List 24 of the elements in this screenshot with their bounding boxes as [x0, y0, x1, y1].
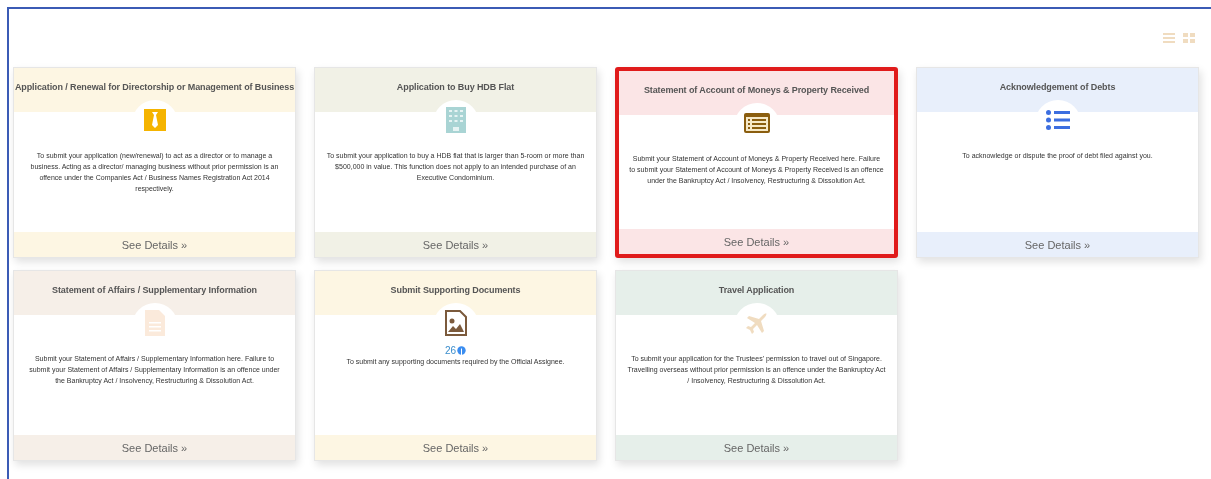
see-details-link[interactable]: See Details »: [723, 235, 790, 248]
list-icon: [1045, 109, 1070, 131]
card-title: Application to Buy HDB Flat: [396, 82, 515, 92]
service-card[interactable]: [615, 67, 898, 258]
airplane-icon: [744, 311, 769, 335]
document-count: 26: [444, 345, 457, 356]
card-title: Statement of Account of Moneys & Property Received: [643, 85, 870, 95]
card-title: Acknowledgement of Debts: [999, 82, 1116, 92]
tie-icon: [143, 109, 166, 131]
see-details-link[interactable]: See Details »: [121, 238, 188, 251]
see-details-link[interactable]: See Details »: [422, 238, 489, 251]
see-details-link[interactable]: See Details »: [121, 441, 188, 454]
see-details-link[interactable]: See Details »: [723, 441, 790, 454]
card-title: Statement of Affairs / Supplementary Information: [52, 285, 257, 295]
list-window-icon: [743, 113, 770, 133]
card-title: Application / Renewal for Directorship or Management of Business: [14, 82, 295, 92]
see-details-link[interactable]: See Details »: [1024, 238, 1091, 251]
document-icon: [144, 310, 165, 336]
see-details-link[interactable]: See Details »: [422, 441, 489, 454]
building-icon: [445, 107, 466, 133]
card-title: Submit Supporting Documents: [390, 285, 521, 295]
info-pin-icon: [457, 345, 467, 356]
card-title: Travel Application: [718, 285, 795, 295]
image-file-icon: [444, 310, 467, 336]
